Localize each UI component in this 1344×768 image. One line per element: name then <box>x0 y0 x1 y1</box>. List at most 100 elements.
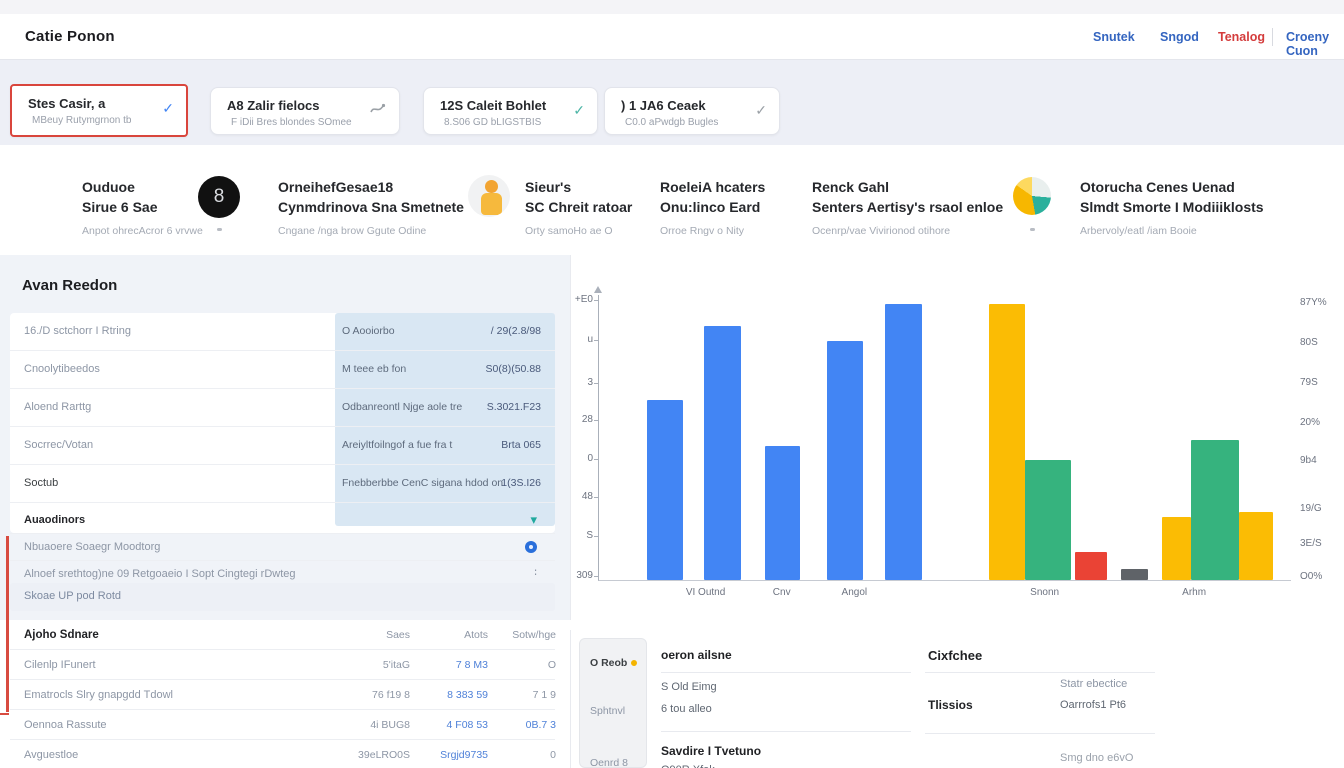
axis-tick <box>594 340 599 341</box>
feature-item[interactable]: Ouduoe Sirue 6 Sae Anpot ohrecAcror 6 vr… <box>82 177 203 237</box>
row-label: Alnoef srethtog)ne 09 Retgoaeio I Sopt C… <box>24 568 296 580</box>
feature-title: Otorucha Cenes Uenad <box>1080 177 1264 197</box>
y-axis-label: 48 <box>567 491 593 502</box>
feature-title: Slmdt Smorte I Modiiiklosts <box>1080 197 1264 217</box>
x-axis-label: VI Outnd <box>686 587 725 598</box>
checklist-panel: Cixfchee Tlissios Statr ebectice Oarrrof… <box>925 630 1344 768</box>
stat-card-selected[interactable]: Stes Casir, a MBeuy Rutymgrnon tb ✓ <box>10 84 188 137</box>
axis-tick <box>594 383 599 384</box>
table-row: 16./D sctchorr I Rtring O Aooiorbo / 29(… <box>10 313 555 351</box>
stat-card[interactable]: ) 1 JA6 Ceaek C0.0 aPwdgb Bugles ✓ <box>604 87 780 135</box>
sidebar-item[interactable]: Oenrd 8 <box>590 757 628 768</box>
cell-link[interactable]: 7 8 M3 <box>418 659 488 671</box>
cell: O <box>488 659 556 671</box>
chart-bar <box>827 341 864 580</box>
cell: 76 f19 8 <box>340 689 410 701</box>
chart-bar <box>989 304 1025 580</box>
x-axis-label: Snonn <box>1030 587 1059 598</box>
nav-link-2[interactable]: Sngod <box>1160 30 1199 44</box>
stat-card[interactable]: A8 Zalir fielocs F iDii Bres blondes SOm… <box>210 87 400 135</box>
right-axis-label: 3E/S <box>1300 538 1340 549</box>
checklist-title: Cixfchee <box>928 648 982 663</box>
feature-title: RoeleiA hcaters <box>660 177 765 197</box>
schedule-item[interactable]: 6 tou alleo <box>661 695 911 717</box>
row-label: Auaodinors <box>24 514 85 526</box>
check-icon: ✓ <box>755 102 767 119</box>
stat-card-title: A8 Zalir fielocs <box>227 98 319 113</box>
chevron-down-icon[interactable]: ▾ <box>530 512 537 528</box>
footer-link-row[interactable]: Skoae UP pod Rotd <box>10 583 555 611</box>
feature-title: Sirue 6 Sae <box>82 197 203 217</box>
y-axis-label: 28 <box>567 414 593 425</box>
feature-item[interactable]: RoeleiA hcaters Onu:linco Eard Orroe Rng… <box>660 177 765 237</box>
y-axis-label: +E0 <box>567 294 593 305</box>
row-value: / 29(2.8/98 <box>491 325 541 337</box>
row-label: Aloend Rarttg <box>24 401 91 413</box>
table-row: Socrrec/Votan Areiyltfoilngof a fue fra … <box>10 427 555 465</box>
table-row: Cilenlp IFunert 5'itaG 7 8 M3 O <box>10 650 555 680</box>
colon-icon: ∶ <box>534 566 537 579</box>
checklist-row-label: Tlissios <box>928 698 973 712</box>
cell: 4i BUG8 <box>340 719 410 731</box>
person-head <box>485 180 498 193</box>
report-panel: Avan Reedon 16./D sctchorr I Rtring O Ao… <box>0 255 570 620</box>
row-mid-value: Fnebberbbe CenC sigana hdod on <box>342 477 503 489</box>
divider <box>925 672 1155 673</box>
right-axis-label: O0% <box>1300 571 1340 582</box>
cell-link[interactable]: Srgjd9735 <box>418 749 488 761</box>
main-band: Avan Reedon 16./D sctchorr I Rtring O Ao… <box>0 255 1344 620</box>
chart-bar <box>765 446 800 580</box>
feature-item[interactable]: Otorucha Cenes Uenad Slmdt Smorte I Modi… <box>1080 177 1264 237</box>
table-row: Cnoolytibeedos M teee eb fon S0(8)(50.88 <box>10 351 555 389</box>
feature-subtitle: Orroe Rngv o Nity <box>660 225 765 237</box>
stat-card[interactable]: 12S Caleit Bohlet 8.S06 GD bLIGSTBIS ✓ <box>423 87 598 135</box>
column-header: Sotw/hge <box>488 629 556 641</box>
column-header: Ajoho Sdnare <box>24 629 99 641</box>
nav-link-4[interactable]: Croeny Cuon <box>1286 30 1344 58</box>
schedule-section-sub: O90R Xfek <box>661 760 911 768</box>
nav-link-3[interactable]: Tenalog <box>1218 30 1265 44</box>
row-label: 16./D sctchorr I Rtring <box>24 325 131 337</box>
feature-title: Renck Gahl <box>812 177 1003 197</box>
axis-tick <box>594 576 599 577</box>
cell-link[interactable]: 4 F08 53 <box>418 719 488 731</box>
feature-title: Senters Aertisy's rsaol enloe <box>812 197 1003 217</box>
row-label: Nbuaoere Soaegr Moodtorg <box>24 541 160 553</box>
stat-card-subtitle: C0.0 aPwdgb Bugles <box>625 117 718 128</box>
blue-dot-icon[interactable] <box>525 541 537 553</box>
nav-link-1[interactable]: Snutek <box>1093 30 1135 44</box>
chart-bar <box>1121 569 1148 580</box>
right-axis-label: 9b4 <box>1300 455 1340 466</box>
feature-title: SC Chreit ratoar <box>525 197 632 217</box>
row-value: S0(8)(50.88 <box>486 363 541 375</box>
nav-divider <box>1272 28 1273 46</box>
x-axis-label: Angol <box>842 587 868 598</box>
stat-card-subtitle: MBeuy Rutymgrnon tb <box>32 115 132 126</box>
axis-tick <box>594 497 599 498</box>
feature-title: Ouduoe <box>82 177 203 197</box>
feature-subtitle: Arbervoly/eatl /iam Booie <box>1080 225 1264 237</box>
table-row: Aloend Rarttg Odbanreontl Njge aole tre … <box>10 389 555 427</box>
sidebar-item-active[interactable]: O Reob <box>590 657 637 669</box>
feature-item[interactable]: Sieur's SC Chreit ratoar Orty samoHo ae … <box>525 177 632 237</box>
schedule-item[interactable]: S Old Eimg <box>661 673 911 695</box>
chart-panel: VI OutndCnvAngolSnonnArhm+E0u328048S3098… <box>570 255 1344 620</box>
schedule-sidebar: O Reob Sphtnvl Oenrd 8 <box>579 638 647 768</box>
checklist-line: Statr ebectice <box>1060 678 1127 690</box>
person-body <box>481 193 502 215</box>
row-value: 1(3S.I26 <box>501 477 541 489</box>
cell-link[interactable]: 0B.7 3 <box>488 719 556 731</box>
feature-title: Sieur's <box>525 177 632 197</box>
sidebar-item[interactable]: Sphtnvl <box>590 705 625 717</box>
feature-item[interactable]: Renck Gahl Senters Aertisy's rsaol enloe… <box>812 177 1003 237</box>
cell: 39eLRO0S <box>340 749 410 761</box>
cell-link[interactable]: 8 383 59 <box>418 689 488 701</box>
expandable-row[interactable]: Auaodinors ▾ <box>10 507 555 534</box>
column-header: Atots <box>418 629 488 641</box>
link-row[interactable]: Nbuaoere Soaegr Moodtorg <box>10 534 555 561</box>
top-strip <box>0 0 1344 14</box>
check-icon: ✓ <box>573 102 585 119</box>
feature-item[interactable]: OrneihefGesae18 Cynmdrinova Sna Smetnete… <box>278 177 464 237</box>
feature-subtitle: Ocenrp/vae Vivirionod otihore <box>812 225 1003 237</box>
feature-title: OrneihefGesae18 <box>278 177 464 197</box>
